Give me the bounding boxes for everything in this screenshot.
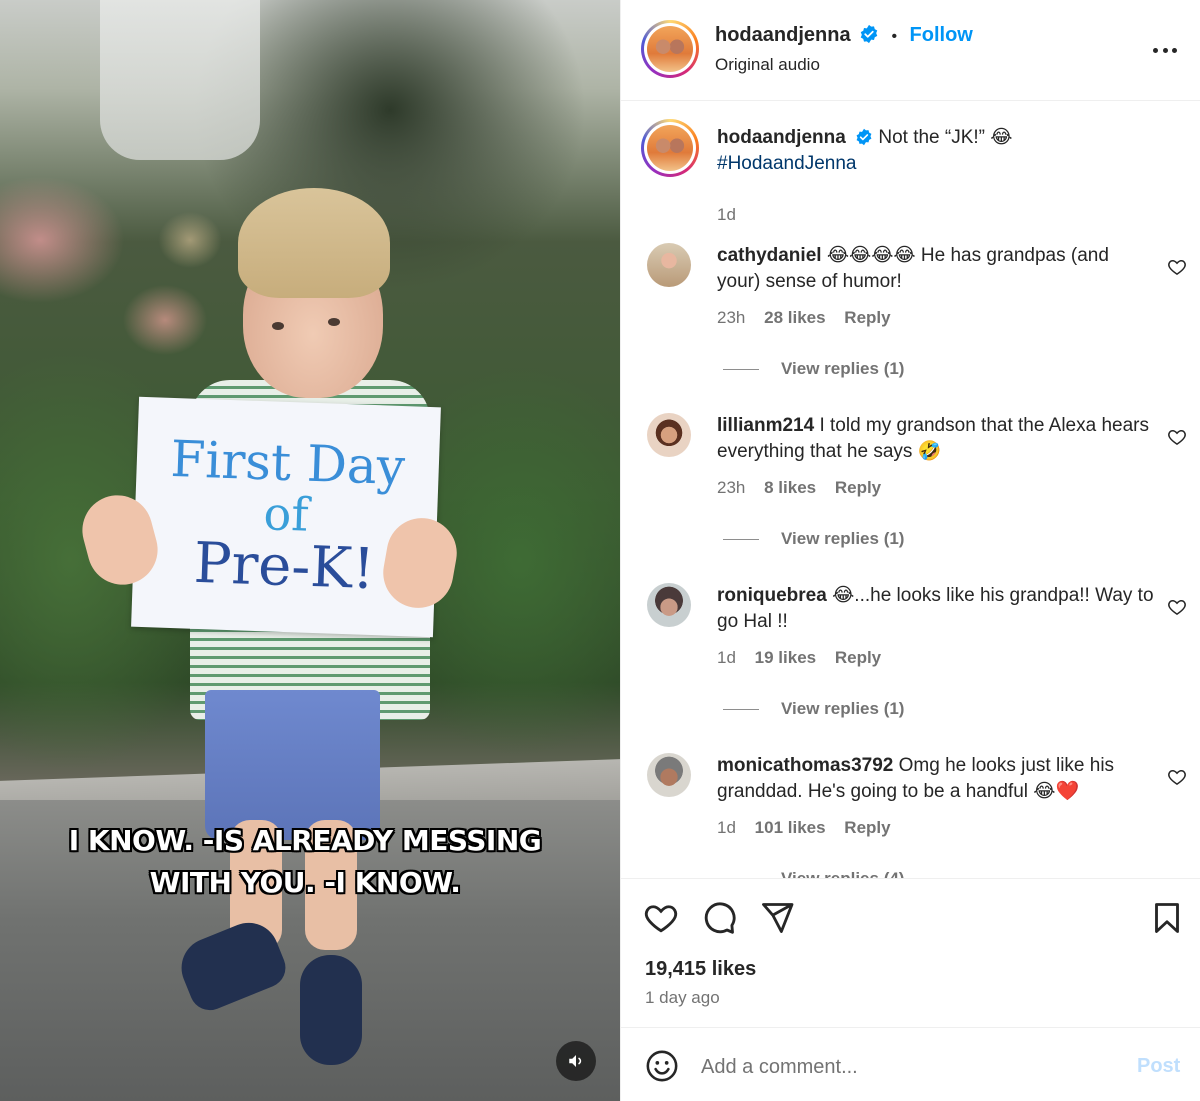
commenter-avatar[interactable]	[647, 583, 691, 627]
add-comment-bar: Post	[621, 1029, 1200, 1101]
comment-icon[interactable]	[701, 900, 737, 936]
replies-divider	[723, 709, 759, 711]
follow-button[interactable]: Follow	[910, 24, 973, 46]
comment-username[interactable]: monicathomas3792	[717, 755, 893, 776]
speaker-icon	[569, 1055, 582, 1067]
child-hair	[238, 188, 390, 298]
comment-username[interactable]: cathydaniel	[717, 245, 822, 266]
subtitle-line-2: WITH YOU. -I KNOW.	[149, 866, 461, 899]
comment-time[interactable]: 1d	[717, 648, 736, 667]
subtitle-line-1: I KNOW. -IS ALREADY MESSING	[68, 824, 542, 857]
comment-likes[interactable]: 101 likes	[755, 818, 826, 837]
comment-likes[interactable]: 19 likes	[755, 648, 816, 667]
mute-button[interactable]	[556, 1041, 596, 1081]
view-replies-label: View replies (4)	[781, 869, 905, 879]
post-actions: 19,415 likes 1 day ago	[621, 880, 1200, 1028]
sign-line-2: of	[262, 485, 310, 542]
heart-icon[interactable]	[1167, 597, 1187, 617]
emoji-icon[interactable]	[645, 1049, 679, 1083]
header-separator: •	[891, 28, 898, 45]
heart-icon[interactable]	[643, 900, 679, 936]
post-comment-button[interactable]: Post	[1137, 1055, 1180, 1078]
post-side-panel: hodaandjenna • Follow Original audio hod…	[620, 0, 1200, 1101]
author-avatar[interactable]	[641, 119, 699, 177]
comment-username[interactable]: lillianm214	[717, 415, 814, 436]
verified-badge-icon	[860, 24, 878, 44]
caption-text: Not the “JK!” 😂	[878, 127, 1013, 148]
bookmark-icon[interactable]	[1149, 900, 1185, 936]
commenter-avatar[interactable]	[647, 413, 691, 457]
pre-k-sign: First Day of Pre-K!	[131, 396, 441, 638]
view-replies-button[interactable]: View replies (1)	[723, 529, 904, 549]
child-shorts	[205, 690, 380, 840]
view-replies-button[interactable]: View replies (1)	[723, 359, 904, 379]
reply-button[interactable]: Reply	[835, 478, 881, 497]
replies-divider	[723, 369, 759, 371]
commenter-avatar[interactable]	[647, 753, 691, 797]
heart-icon[interactable]	[1167, 257, 1187, 277]
heart-icon[interactable]	[1167, 767, 1187, 787]
comment-time[interactable]: 23h	[717, 308, 745, 327]
caption-hashtag[interactable]: #HodaandJenna	[717, 153, 856, 174]
view-replies-label: View replies (1)	[781, 529, 905, 548]
child-shoe	[300, 955, 362, 1065]
sign-line-1: First Day	[169, 430, 407, 497]
commenter-avatar[interactable]	[647, 243, 691, 287]
author-username[interactable]: hodaandjenna	[715, 24, 851, 46]
reply-button[interactable]: Reply	[835, 648, 881, 667]
view-replies-button[interactable]: View replies (1)	[723, 699, 904, 719]
comment-username[interactable]: roniquebrea	[717, 585, 827, 606]
verified-badge-icon	[856, 128, 872, 146]
comments-list[interactable]: hodaandjenna Not the “JK!” 😂 #HodaandJen…	[621, 101, 1200, 879]
view-replies-label: View replies (1)	[781, 359, 905, 378]
reply-button[interactable]: Reply	[844, 818, 890, 837]
heart-icon[interactable]	[1167, 427, 1187, 447]
video-subtitle: I KNOW. -IS ALREADY MESSING WITH YOU. -I…	[0, 820, 610, 904]
author-avatar[interactable]	[641, 20, 699, 78]
child-eye	[272, 322, 284, 330]
comment-likes[interactable]: 8 likes	[764, 478, 816, 497]
comment-time[interactable]: 23h	[717, 478, 745, 497]
comment-likes[interactable]: 28 likes	[764, 308, 825, 327]
child-eye	[328, 318, 340, 326]
comment-input[interactable]	[701, 1047, 1101, 1087]
replies-divider	[723, 539, 759, 541]
caption-username[interactable]: hodaandjenna	[717, 127, 846, 148]
likes-count[interactable]: 19,415 likes	[645, 958, 756, 981]
view-replies-button[interactable]: View replies (4)	[723, 869, 905, 879]
reply-button[interactable]: Reply	[844, 308, 890, 327]
background-house	[100, 0, 260, 160]
view-replies-label: View replies (1)	[781, 699, 905, 718]
audio-label[interactable]: Original audio	[715, 55, 820, 75]
post-header: hodaandjenna • Follow Original audio	[621, 0, 1200, 101]
send-icon[interactable]	[759, 900, 795, 936]
sign-line-3: Pre-K!	[192, 530, 376, 603]
post-time[interactable]: 1d	[717, 205, 736, 224]
more-horizontal-icon[interactable]	[1153, 38, 1177, 62]
post-video[interactable]: First Day of Pre-K! I KNOW. -IS ALREADY …	[0, 0, 620, 1101]
post-date[interactable]: 1 day ago	[645, 988, 720, 1008]
comment-time[interactable]: 1d	[717, 818, 736, 837]
